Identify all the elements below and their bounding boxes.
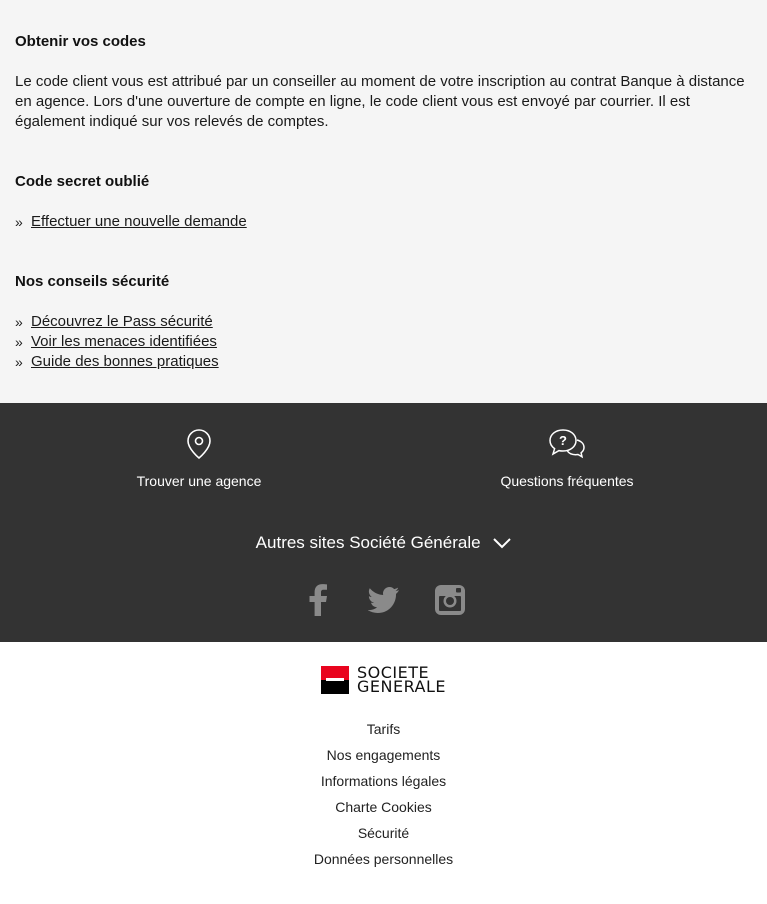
double-chevron-right-icon: » — [15, 314, 23, 330]
forgot-title: Code secret oublié — [15, 173, 150, 190]
legal-info-link[interactable]: Informations légales — [321, 773, 446, 789]
faq-link[interactable]: ? Questions fréquentes — [467, 427, 667, 489]
list-item: » Découvrez le Pass sécurité — [15, 312, 752, 332]
logo-mark-icon — [320, 666, 349, 694]
codes-title: Obtenir vos codes — [15, 33, 146, 50]
info-section: Obtenir vos codes Le code client vous es… — [0, 0, 767, 403]
double-chevron-right-icon: » — [15, 214, 23, 230]
logo-text: SOCIETE GENERALE — [356, 665, 447, 696]
cookies-link[interactable]: Charte Cookies — [335, 799, 432, 815]
footer-light: SOCIETE GENERALE Tarifs Nos engagements … — [0, 642, 767, 872]
double-chevron-right-icon: » — [15, 354, 23, 370]
personal-data-link[interactable]: Données personnelles — [314, 851, 453, 867]
pass-securite-link[interactable]: Découvrez le Pass sécurité — [31, 312, 213, 332]
other-sites-label: Autres sites Société Générale — [255, 533, 481, 552]
new-request-link[interactable]: Effectuer une nouvelle demande — [31, 212, 247, 232]
svg-text:?: ? — [559, 433, 567, 448]
list-item: » Guide des bonnes pratiques — [15, 352, 752, 372]
chevron-down-icon — [493, 534, 512, 554]
list-item: » Voir les menaces identifiées — [15, 332, 752, 352]
social-links — [0, 583, 767, 617]
find-agency-label: Trouver une agence — [136, 473, 262, 489]
codes-text: Le code client vous est attribué par un … — [15, 73, 745, 130]
securite-link[interactable]: Sécurité — [358, 825, 409, 841]
faq-label: Questions fréquentes — [500, 473, 634, 489]
societe-generale-logo[interactable]: SOCIETE GENERALE — [320, 665, 447, 696]
security-title: Nos conseils sécurité — [15, 273, 170, 290]
chat-question-icon: ? — [467, 427, 667, 461]
double-chevron-right-icon: » — [15, 334, 23, 350]
threats-link[interactable]: Voir les menaces identifiées — [31, 332, 217, 352]
security-links: » Découvrez le Pass sécurité » Voir les … — [15, 312, 752, 372]
footer-dark: Trouver une agence ? Questions fréquente… — [0, 403, 767, 642]
facebook-icon[interactable] — [301, 583, 335, 617]
twitter-icon[interactable] — [367, 583, 401, 617]
forgot-links: » Effectuer une nouvelle demande — [15, 212, 752, 232]
best-practices-link[interactable]: Guide des bonnes pratiques — [31, 352, 219, 372]
engagements-link[interactable]: Nos engagements — [327, 747, 441, 763]
other-sites-toggle[interactable]: Autres sites Société Générale — [0, 533, 767, 554]
tarifs-link[interactable]: Tarifs — [367, 721, 400, 737]
instagram-icon[interactable] — [433, 583, 467, 617]
find-agency-link[interactable]: Trouver une agence — [99, 427, 299, 489]
logo-line2: GENERALE — [356, 677, 447, 696]
legal-links: Tarifs Nos engagements Informations léga… — [0, 716, 767, 872]
map-pin-icon — [99, 427, 299, 461]
list-item: » Effectuer une nouvelle demande — [15, 212, 752, 232]
